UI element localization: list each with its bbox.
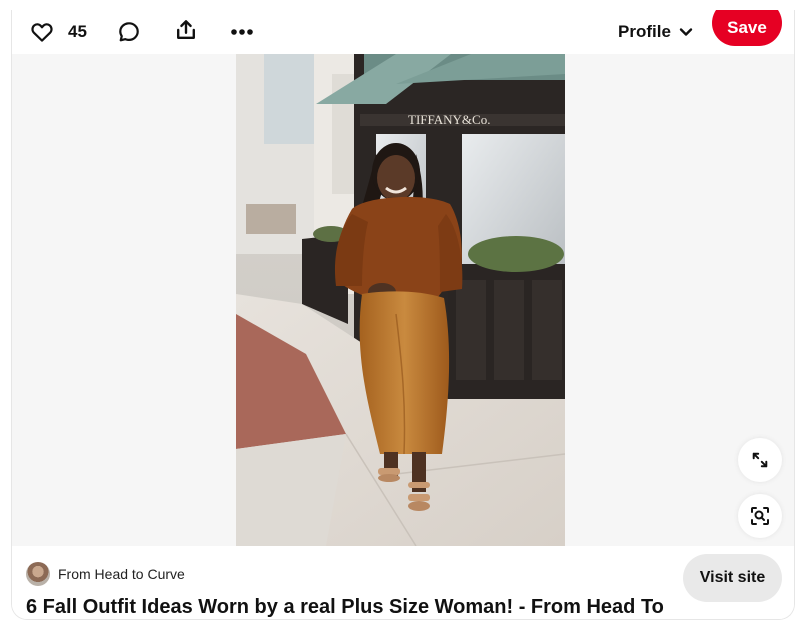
chevron-down-icon <box>679 28 693 36</box>
source-name[interactable]: From Head to Curve <box>58 566 185 582</box>
share-icon <box>177 20 195 39</box>
pin-title[interactable]: 6 Fall Outfit Ideas Worn by a real Plus … <box>26 596 664 619</box>
like-count: 45 <box>68 22 87 41</box>
save-button[interactable]: Save <box>712 10 782 46</box>
more-options-button[interactable] <box>226 16 258 48</box>
pin-toolbar: 45 Profile Save <box>12 10 794 54</box>
more-icon <box>231 29 253 35</box>
expand-image-button[interactable] <box>738 438 782 482</box>
heart-icon <box>31 23 53 42</box>
source-avatar[interactable] <box>26 562 50 586</box>
visual-search-icon <box>751 507 769 525</box>
pin-details: From Head to Curve Visit site 6 Fall Out… <box>12 546 794 619</box>
visit-site-button[interactable]: Visit site <box>683 554 782 602</box>
pin-source[interactable]: From Head to Curve <box>26 562 185 586</box>
visual-search-button[interactable] <box>738 494 782 538</box>
share-button[interactable] <box>170 14 202 46</box>
comment-button[interactable] <box>113 16 145 48</box>
pin-card: 45 Profile Save TIFFANY&Co. From Head to… <box>11 10 795 620</box>
expand-icon <box>752 452 768 468</box>
like-button[interactable] <box>26 16 58 48</box>
pin-image-area: TIFFANY&Co. <box>12 54 794 546</box>
pin-image[interactable]: TIFFANY&Co. <box>236 54 565 546</box>
storefront-sign: TIFFANY&Co. <box>408 112 490 127</box>
profile-label: Profile <box>618 22 671 41</box>
comment-icon <box>119 22 139 42</box>
profile-dropdown[interactable]: Profile <box>618 12 693 52</box>
